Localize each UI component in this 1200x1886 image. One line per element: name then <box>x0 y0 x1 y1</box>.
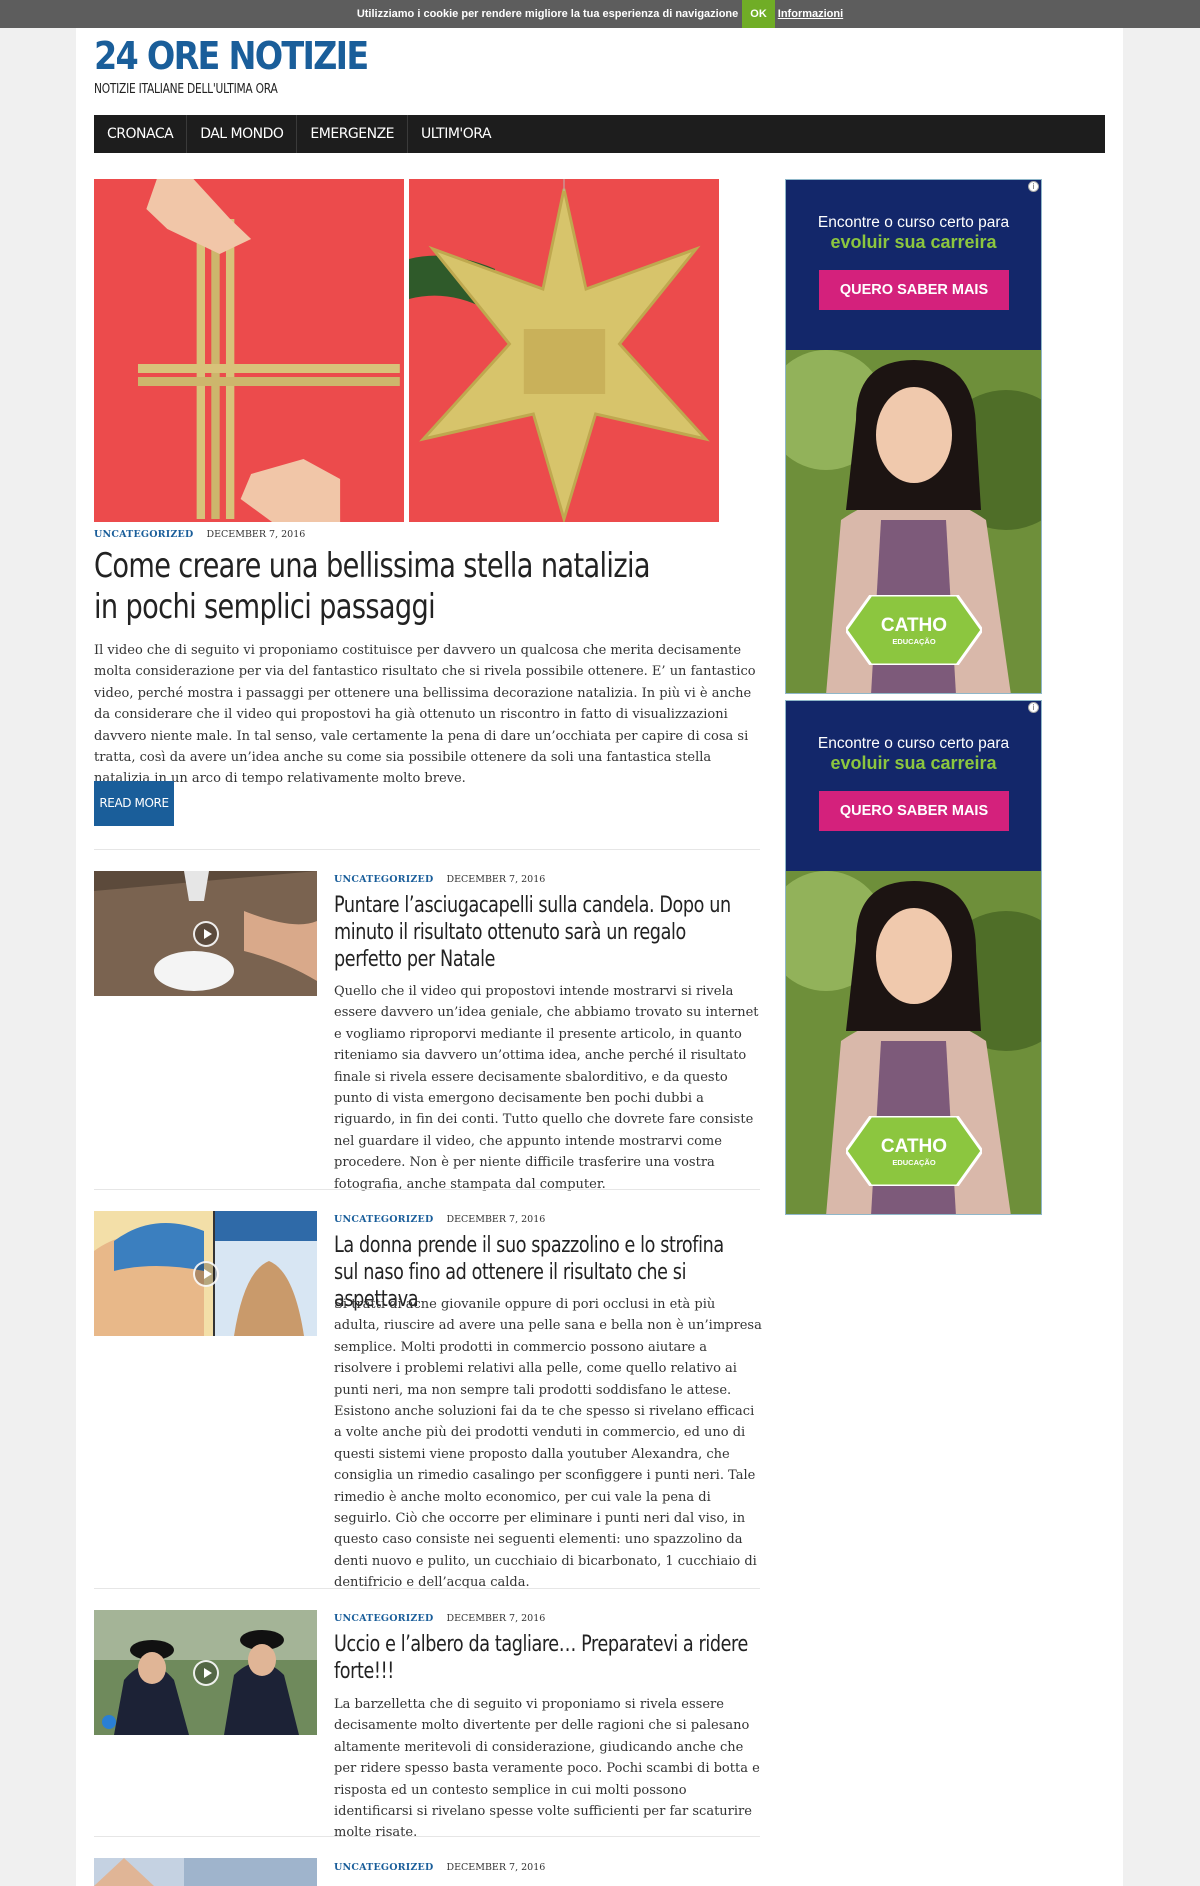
divider <box>94 1588 760 1589</box>
play-icon <box>192 1260 219 1287</box>
hero-category-link[interactable]: UNCATEGORIZED <box>94 529 193 540</box>
ad-info-icon[interactable]: i <box>1028 702 1039 713</box>
play-icon <box>192 1659 219 1686</box>
post-meta: UNCATEGORIZED DECEMBER 7, 2016 <box>334 874 545 885</box>
ad-banner-top: i Encontre o curso certo para evoluir su… <box>786 180 1041 350</box>
post-date: DECEMBER 7, 2016 <box>446 1862 546 1873</box>
sidebar-ad[interactable]: i Encontre o curso certo para evoluir su… <box>785 179 1042 694</box>
catho-logo: CATHO EDUCAÇÃO <box>846 1116 982 1186</box>
ad-subheadline: evoluir sua carreira <box>830 232 997 252</box>
nav-item-dal-mondo[interactable]: DAL MONDO <box>187 115 298 153</box>
site-logo-title[interactable]: 24 ORE NOTIZIE <box>94 34 369 78</box>
read-more-button[interactable]: READ MORE <box>94 781 174 826</box>
post-meta: UNCATEGORIZED DECEMBER 7, 2016 <box>334 1862 545 1873</box>
hero-image-left <box>94 179 404 522</box>
post-category-link[interactable]: UNCATEGORIZED <box>334 874 433 885</box>
ad-photo: CATHO EDUCAÇÃO <box>786 871 1041 1214</box>
ad-cta-button[interactable]: QUERO SABER MAIS <box>819 270 1009 310</box>
hero-image-right <box>409 179 719 522</box>
catho-brand: CATHO <box>880 1136 948 1157</box>
site-tagline: NOTIZIE ITALIANE DELL'ULTIMA ORA <box>94 82 278 97</box>
ad-headline: Encontre o curso certo para <box>817 735 1010 752</box>
post-category-link[interactable]: UNCATEGORIZED <box>334 1613 433 1624</box>
post-thumbnail[interactable] <box>94 1211 317 1336</box>
catho-brand: CATHO <box>880 615 948 636</box>
play-icon <box>192 920 219 947</box>
ad-headline: Encontre o curso certo para <box>817 214 1010 231</box>
main-nav: CRONACA DAL MONDO EMERGENZE ULTIM'ORA <box>94 115 1105 153</box>
post-excerpt: La barzelletta che di seguito vi proponi… <box>334 1697 760 1841</box>
catho-logo: CATHO EDUCAÇÃO <box>846 595 982 665</box>
divider <box>94 849 760 850</box>
post-category-link[interactable]: UNCATEGORIZED <box>334 1214 433 1225</box>
ad-photo: CATHO EDUCAÇÃO <box>786 350 1041 693</box>
post-date: DECEMBER 7, 2016 <box>446 874 546 885</box>
sidebar-ad[interactable]: i Encontre o curso certo para evoluir su… <box>785 700 1042 1215</box>
nav-item-ultimora[interactable]: ULTIM'ORA <box>408 115 504 153</box>
ad-cta-button[interactable]: QUERO SABER MAIS <box>819 791 1009 831</box>
post-title[interactable]: Uccio e l’albero da tagliare… Preparatev… <box>334 1631 750 1685</box>
post-thumbnail[interactable] <box>94 1858 317 1886</box>
cookie-ok-button[interactable]: OK <box>742 0 775 28</box>
hero-excerpt: Il video che di seguito vi proponiamo co… <box>94 643 756 787</box>
hero-title[interactable]: Come creare una bellissima stella natali… <box>94 546 654 628</box>
divider <box>94 1189 760 1190</box>
post-thumbnail[interactable] <box>94 1610 317 1735</box>
post-excerpt: Si tratti di acne giovanile oppure di po… <box>334 1297 762 1591</box>
nav-item-emergenze[interactable]: EMERGENZE <box>297 115 409 153</box>
hero-date: DECEMBER 7, 2016 <box>206 529 306 540</box>
post-thumbnail[interactable] <box>94 871 317 996</box>
ad-banner-top: i Encontre o curso certo para evoluir su… <box>786 701 1041 871</box>
post-excerpt: Quello che il video qui propostovi inten… <box>334 984 759 1192</box>
cookie-bar: Utilizziamo i cookie per rendere miglior… <box>0 0 1200 28</box>
nav-item-cronaca[interactable]: CRONACA <box>94 115 188 153</box>
post-date: DECEMBER 7, 2016 <box>446 1613 546 1624</box>
divider <box>94 1836 760 1837</box>
post-meta: UNCATEGORIZED DECEMBER 7, 2016 <box>334 1214 545 1225</box>
hero-meta: UNCATEGORIZED DECEMBER 7, 2016 <box>94 529 305 540</box>
ad-subheadline: evoluir sua carreira <box>830 753 997 773</box>
post-date: DECEMBER 7, 2016 <box>446 1214 546 1225</box>
hero-image[interactable] <box>94 179 719 522</box>
ad-info-icon[interactable]: i <box>1028 181 1039 192</box>
post-title[interactable]: Puntare l’asciugacapelli sulla candela. … <box>334 892 750 973</box>
catho-brand-sub: EDUCAÇÃO <box>892 637 936 646</box>
post-meta: UNCATEGORIZED DECEMBER 7, 2016 <box>334 1613 545 1624</box>
post-category-link[interactable]: UNCATEGORIZED <box>334 1862 433 1873</box>
catho-brand-sub: EDUCAÇÃO <box>892 1158 936 1167</box>
page-container: 24 ORE NOTIZIE NOTIZIE ITALIANE DELL'ULT… <box>76 0 1123 1886</box>
cookie-message: Utilizziamo i cookie per rendere miglior… <box>356 8 739 20</box>
cookie-info-link[interactable]: Informazioni <box>778 8 843 20</box>
